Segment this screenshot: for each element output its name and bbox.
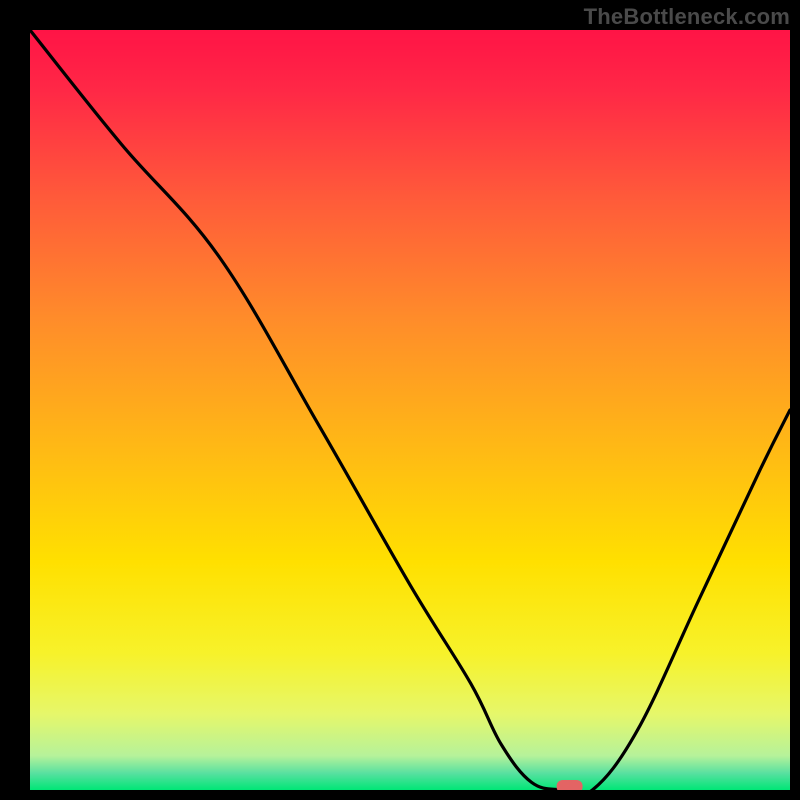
gradient-background [30, 30, 790, 790]
bottleneck-chart [0, 0, 800, 800]
optimal-marker [557, 780, 583, 793]
chart-frame: TheBottleneck.com [0, 0, 800, 800]
